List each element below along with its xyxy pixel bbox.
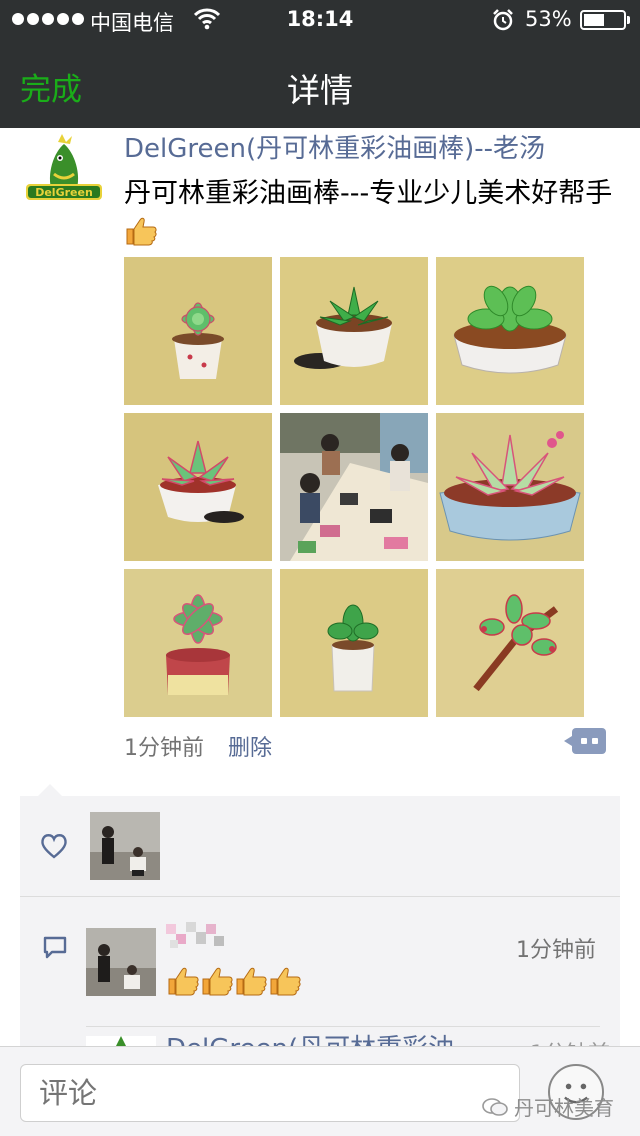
post-body: 丹可林重彩油画棒---专业少儿美术好帮手 [124,178,613,209]
post-time: 1分钟前 [124,736,204,761]
thumbs-up-icon [168,967,199,996]
post-image-9[interactable] [436,569,584,717]
panel-divider [20,896,620,897]
commenter-name-2[interactable]: DelGreen(丹可林重彩油 [166,1034,454,1046]
comment-input[interactable] [20,1064,520,1122]
post-image-8[interactable] [280,569,428,717]
more-dot-icon [592,738,598,744]
post-text: 丹可林重彩油画棒---专业少儿美术好帮手 [124,174,624,254]
page-title: 详情 [287,71,353,110]
delete-link[interactable]: 删除 [228,730,272,762]
alarm-icon [493,9,513,31]
battery-icon [580,10,626,30]
wechat-icon [482,1097,508,1116]
battery-percent: 53% [525,7,572,31]
more-dot-icon [581,738,587,744]
more-actions-button[interactable] [564,728,606,754]
thumbs-up-icon [270,967,301,996]
comment-area-caret [38,784,62,796]
post-image-4[interactable] [124,413,272,561]
commenter-name-blurred[interactable] [166,920,226,954]
post-image-5-classroom[interactable] [280,413,428,561]
watermark-text: 丹可林美育 [514,1096,614,1120]
post-author-name[interactable]: DelGreen(丹可林重彩油画棒)--老汤 [124,128,545,165]
post-image-7[interactable] [124,569,272,717]
post-image-1[interactable] [124,257,272,405]
comment-bubble-icon [43,936,67,959]
author-avatar[interactable]: DelGreen [24,134,104,210]
post-image-6[interactable] [436,413,584,561]
comment-time-2: 1分钟前 [530,1036,610,1046]
watermark: 丹可林美育 [482,1092,614,1121]
post-image-grid [124,257,584,717]
commenter-avatar-2[interactable] [86,1036,156,1046]
top-bar: 中国电信 18:14 53% 完成 详情 [0,0,640,128]
comment-text [166,966,302,1000]
thumbs-up-icon [126,217,157,246]
liker-avatar[interactable] [90,812,160,880]
comment-time: 1分钟前 [516,938,596,963]
thumbs-up-icon [236,967,267,996]
post-image-3[interactable] [436,257,584,405]
status-bar: 中国电信 18:14 53% [0,0,640,40]
thumbs-up-icon [202,967,233,996]
heart-icon [41,834,67,859]
avatar-logo-text: DelGreen [35,186,93,199]
commenter-avatar[interactable] [86,928,156,996]
comment-divider [86,1026,600,1027]
post-image-2[interactable] [280,257,428,405]
battery-tip [627,16,630,24]
